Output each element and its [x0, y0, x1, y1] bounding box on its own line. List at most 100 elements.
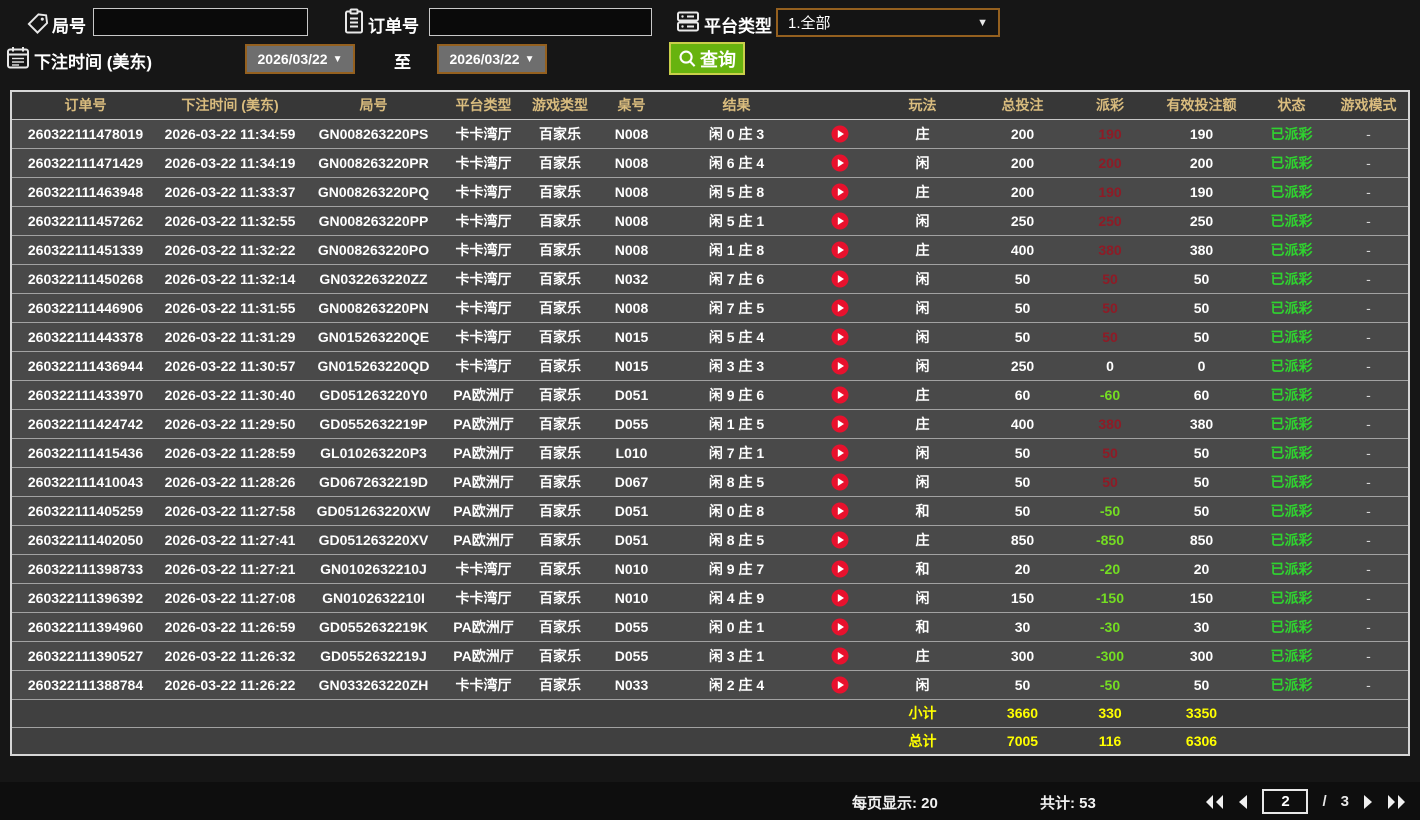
play-replay-icon: [831, 270, 849, 288]
page-input[interactable]: 2: [1262, 789, 1309, 814]
replay-button[interactable]: [809, 554, 871, 584]
cell-table-no: N008: [599, 235, 664, 265]
cell-valid-bet: 50: [1149, 467, 1254, 497]
cell-bet-time: 2026-03-22 11:34:19: [159, 148, 301, 178]
replay-button[interactable]: [809, 322, 871, 352]
date-to-picker[interactable]: 2026/03/22 ▼: [437, 44, 547, 74]
cell-game-mode: -: [1329, 496, 1409, 526]
col-game-no: 局号: [301, 91, 446, 120]
cell-valid-bet: 50: [1149, 670, 1254, 700]
cell-order-id: 260322111410043: [11, 467, 159, 497]
cell-game-type: 百家乐: [521, 670, 599, 700]
cell-game-no: GD0552632219K: [301, 612, 446, 642]
play-replay-icon: [831, 415, 849, 433]
cell-valid-bet: 150: [1149, 583, 1254, 613]
grand-total-valid-bet: 6306: [1149, 727, 1254, 756]
cell-game-type: 百家乐: [521, 351, 599, 381]
replay-button[interactable]: [809, 438, 871, 468]
last-page-button[interactable]: [1387, 794, 1406, 809]
table-row: 260322111471429 2026-03-22 11:34:19 GN0082…: [11, 148, 1409, 178]
cell-game-type: 百家乐: [521, 380, 599, 410]
cell-result: 闲 5 庄 4: [664, 322, 809, 352]
replay-button[interactable]: [809, 525, 871, 555]
order-no-input[interactable]: [429, 8, 652, 36]
prev-page-button[interactable]: [1238, 794, 1248, 809]
game-no-input[interactable]: [93, 8, 308, 36]
cell-bet-time: 2026-03-22 11:30:57: [159, 351, 301, 381]
cell-table-no: N015: [599, 351, 664, 381]
replay-button[interactable]: [809, 206, 871, 236]
cell-game-type: 百家乐: [521, 409, 599, 439]
cell-game-type: 百家乐: [521, 206, 599, 236]
cell-game-mode: -: [1329, 119, 1409, 149]
cell-table-no: D051: [599, 380, 664, 410]
cell-platform-type: 卡卡湾厅: [446, 293, 521, 323]
cell-valid-bet: 190: [1149, 119, 1254, 149]
cell-status: 已派彩: [1254, 641, 1329, 671]
replay-button[interactable]: [809, 293, 871, 323]
cell-order-id: 260322111424742: [11, 409, 159, 439]
cell-game-type: 百家乐: [521, 322, 599, 352]
cell-game-no: GL010263220P3: [301, 438, 446, 468]
cell-valid-bet: 60: [1149, 380, 1254, 410]
replay-button[interactable]: [809, 409, 871, 439]
replay-button[interactable]: [809, 641, 871, 671]
cell-result: 闲 0 庄 1: [664, 612, 809, 642]
cell-bet-time: 2026-03-22 11:28:59: [159, 438, 301, 468]
replay-button[interactable]: [809, 351, 871, 381]
chevron-down-icon: ▼: [524, 53, 535, 65]
replay-button[interactable]: [809, 467, 871, 497]
table-row: 260322111450268 2026-03-22 11:32:14 GN0322…: [11, 264, 1409, 294]
cell-table-no: D055: [599, 612, 664, 642]
cell-game-type: 百家乐: [521, 641, 599, 671]
next-page-button[interactable]: [1363, 794, 1373, 809]
platform-type-label: 平台类型: [704, 17, 772, 36]
cell-game-no: GN008263220PP: [301, 206, 446, 236]
col-total-bet: 总投注: [974, 91, 1071, 120]
replay-button[interactable]: [809, 264, 871, 294]
replay-button[interactable]: [809, 670, 871, 700]
play-replay-icon: [831, 618, 849, 636]
search-button[interactable]: 查询: [669, 42, 745, 75]
cell-total-bet: 50: [974, 467, 1071, 497]
date-from-picker[interactable]: 2026/03/22 ▼: [245, 44, 355, 74]
table-row: 260322111463948 2026-03-22 11:33:37 GN0082…: [11, 177, 1409, 207]
replay-button[interactable]: [809, 496, 871, 526]
server-icon: [676, 10, 700, 33]
cell-game-no: GD051263220XV: [301, 525, 446, 555]
cell-result: 闲 3 庄 3: [664, 351, 809, 381]
cell-bet-time: 2026-03-22 11:26:32: [159, 641, 301, 671]
replay-button[interactable]: [809, 119, 871, 149]
cell-payout: 0: [1071, 351, 1149, 381]
play-replay-icon: [831, 647, 849, 665]
col-result: 结果: [664, 91, 809, 120]
table-row: 260322111405259 2026-03-22 11:27:58 GD0512…: [11, 496, 1409, 526]
cell-game-no: GN015263220QD: [301, 351, 446, 381]
cell-valid-bet: 20: [1149, 554, 1254, 584]
replay-button[interactable]: [809, 177, 871, 207]
cell-total-bet: 60: [974, 380, 1071, 410]
play-replay-icon: [831, 676, 849, 694]
grand-total-payout: 116: [1071, 727, 1149, 756]
cell-valid-bet: 250: [1149, 206, 1254, 236]
replay-button[interactable]: [809, 583, 871, 613]
cell-table-no: D067: [599, 467, 664, 497]
first-page-button[interactable]: [1205, 794, 1224, 809]
replay-button[interactable]: [809, 235, 871, 265]
platform-type-select[interactable]: 1.全部 ▼: [776, 8, 1000, 37]
cell-status: 已派彩: [1254, 583, 1329, 613]
cell-table-no: N010: [599, 583, 664, 613]
replay-button[interactable]: [809, 612, 871, 642]
cell-game-no: GD0672632219D: [301, 467, 446, 497]
replay-button[interactable]: [809, 148, 871, 178]
cell-game-mode: -: [1329, 380, 1409, 410]
cell-platform-type: 卡卡湾厅: [446, 554, 521, 584]
cell-order-id: 260322111405259: [11, 496, 159, 526]
cell-valid-bet: 50: [1149, 322, 1254, 352]
cell-result: 闲 9 庄 7: [664, 554, 809, 584]
cell-payout: -50: [1071, 496, 1149, 526]
replay-button[interactable]: [809, 380, 871, 410]
cell-game-mode: -: [1329, 177, 1409, 207]
table-row: 260322111478019 2026-03-22 11:34:59 GN0082…: [11, 119, 1409, 149]
cell-game-mode: -: [1329, 351, 1409, 381]
